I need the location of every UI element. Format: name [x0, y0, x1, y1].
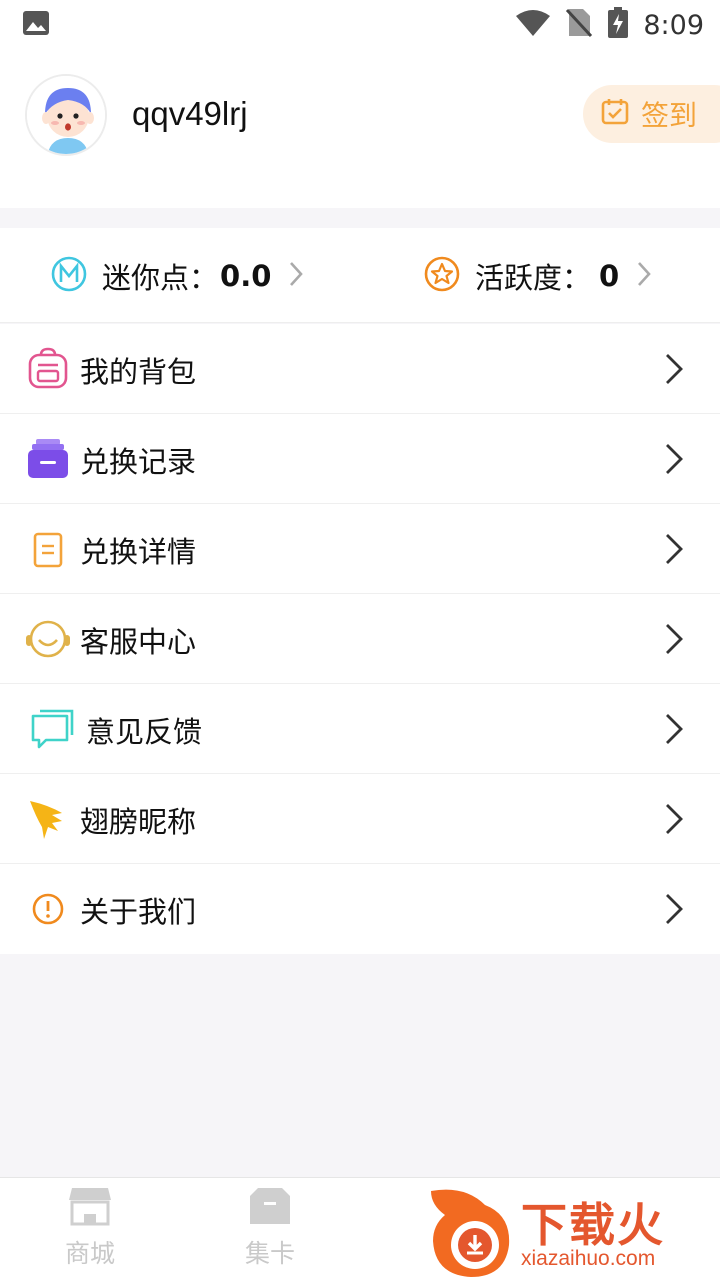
- document-icon: [26, 527, 70, 571]
- mini-points-value: 0.0: [220, 258, 272, 293]
- headset-icon: [26, 617, 70, 661]
- chevron-right-icon: [664, 532, 684, 570]
- menu-item-label: 我的背包: [80, 355, 197, 389]
- signin-button[interactable]: 签到: [583, 85, 720, 143]
- tab-shop-label: 商城: [64, 1239, 115, 1268]
- activity-value: 0: [599, 258, 620, 293]
- chevron-right-icon: [664, 712, 684, 750]
- mini-points[interactable]: 迷你点： 0.0: [50, 228, 304, 323]
- status-bar: 8:09: [0, 0, 720, 50]
- menu-item-label: 意见反馈: [86, 715, 203, 749]
- tab-cards-label: 集卡: [244, 1239, 295, 1268]
- star-circle-icon: [423, 255, 461, 297]
- archive-box-icon: [26, 437, 70, 481]
- chevron-right-icon: [637, 261, 651, 291]
- menu-item-label: 关于我们: [80, 895, 197, 929]
- no-sim-icon: [565, 8, 593, 42]
- menu-item-label: 客服中心: [80, 625, 197, 659]
- menu-item-feedback[interactable]: 意见反馈: [0, 684, 720, 774]
- chevron-right-icon: [664, 622, 684, 660]
- watermark-subtext: xiazaihuo.com: [521, 1247, 656, 1270]
- signin-label: 签到: [641, 99, 698, 132]
- menu-item-label: 兑换记录: [80, 445, 197, 479]
- chat-bubbles-icon: [30, 707, 74, 751]
- wifi-icon: [515, 9, 551, 41]
- flame-download-icon: [431, 1189, 510, 1277]
- menu-item-about-us[interactable]: 关于我们: [0, 864, 720, 954]
- card-box-icon: [248, 1188, 292, 1230]
- clock: 8:09: [643, 9, 704, 41]
- tab-shop[interactable]: 商城: [30, 1186, 150, 1270]
- watermark-logo: 下载火 xiazaihuo.com: [425, 1185, 720, 1280]
- avatar[interactable]: [25, 74, 107, 156]
- menu-item-label: 翅膀昵称: [80, 805, 197, 839]
- tab-cards[interactable]: 集卡: [210, 1186, 330, 1270]
- chevron-right-icon: [289, 261, 304, 291]
- menu-item-wing-nickname[interactable]: 翅膀昵称: [0, 774, 720, 864]
- menu-item-exchange-details[interactable]: 兑换详情: [0, 504, 720, 594]
- chevron-right-icon: [664, 892, 684, 930]
- activity-label: 活跃度：: [475, 260, 592, 295]
- chevron-right-icon: [664, 802, 684, 840]
- calendar-check-icon: [601, 97, 629, 132]
- info-circle-icon: [26, 887, 70, 931]
- menu-list: 我的背包 兑换记录 兑换详情 客服中心 意见反馈 翅膀昵称 关于我们: [0, 324, 720, 954]
- watermark-text: 下载火: [521, 1198, 665, 1252]
- gallery-notification-icon: [22, 10, 50, 40]
- menu-item-customer-service[interactable]: 客服中心: [0, 594, 720, 684]
- chevron-right-icon: [664, 442, 684, 480]
- chevron-right-icon: [664, 352, 684, 390]
- battery-charging-icon: [607, 7, 629, 43]
- username: qqv49lrj: [132, 95, 248, 132]
- mini-coin-icon: [50, 255, 88, 297]
- menu-item-label: 兑换详情: [80, 535, 197, 569]
- activity-points[interactable]: 活跃度： 0: [423, 228, 651, 323]
- menu-item-backpack[interactable]: 我的背包: [0, 324, 720, 414]
- storefront-icon: [68, 1188, 112, 1230]
- wing-icon: [26, 797, 70, 841]
- mini-points-label: 迷你点：: [102, 260, 219, 295]
- profile-header: qqv49lrj 签到: [0, 50, 720, 208]
- backpack-icon: [26, 347, 70, 391]
- points-row: 迷你点： 0.0 活跃度： 0: [0, 228, 720, 323]
- menu-item-exchange-records[interactable]: 兑换记录: [0, 414, 720, 504]
